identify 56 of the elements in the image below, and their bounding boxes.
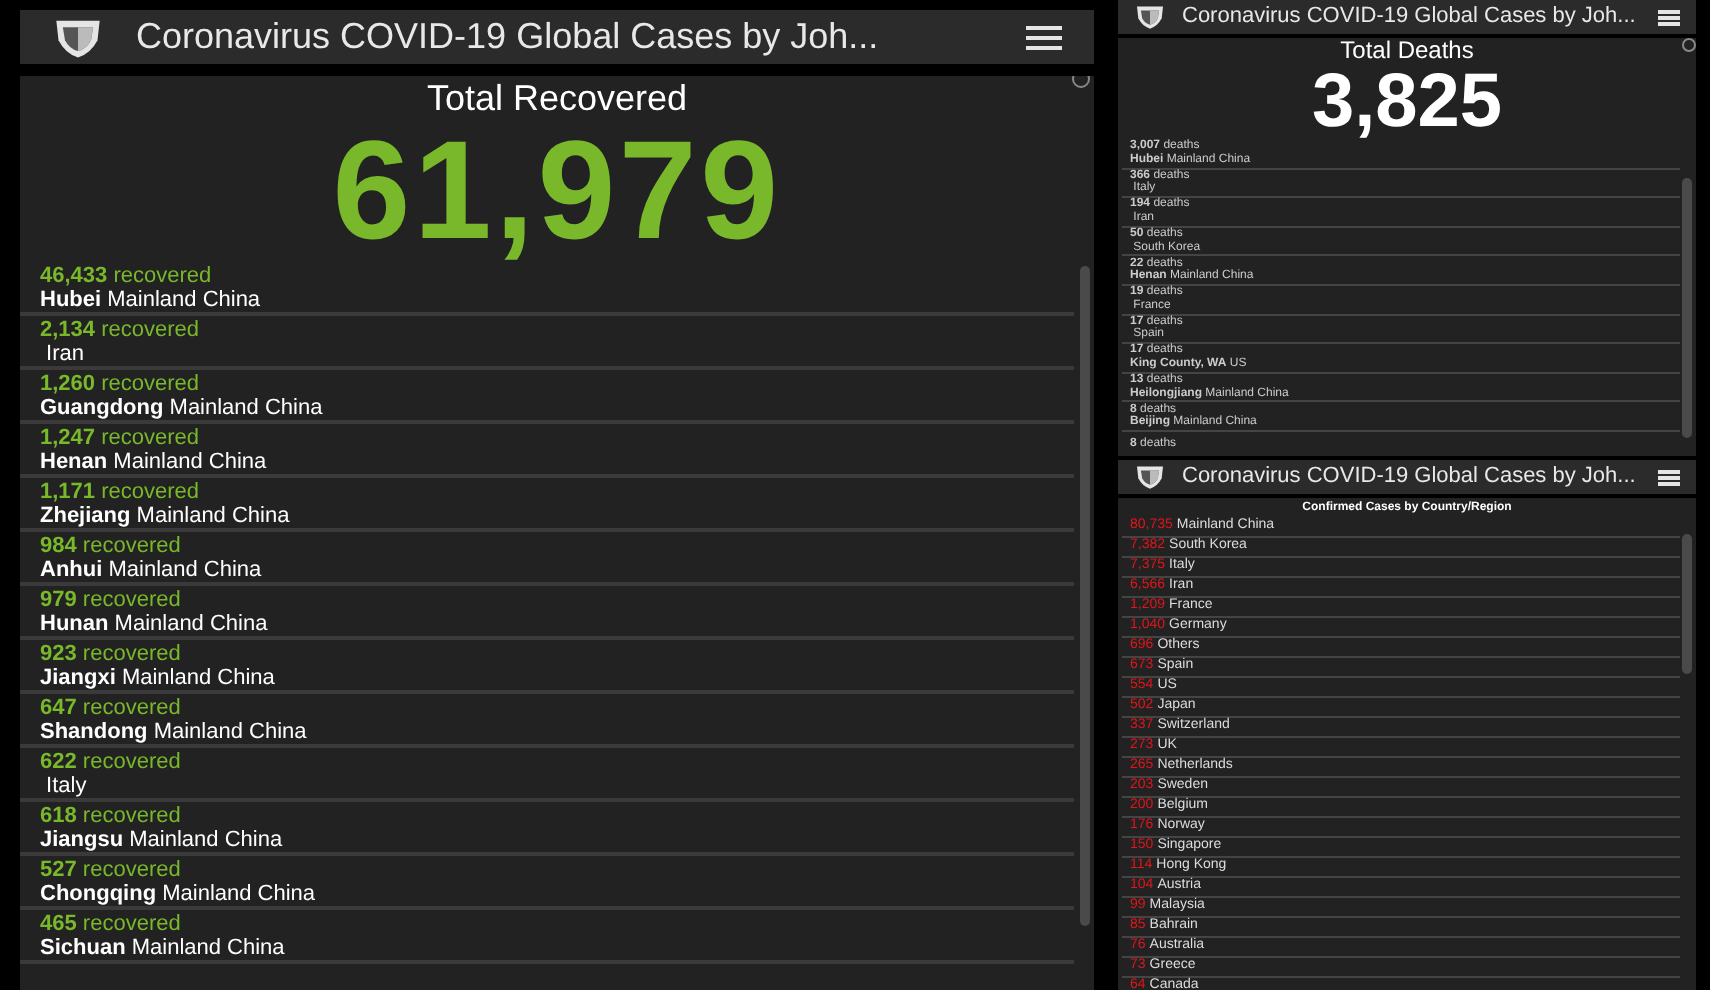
recovered-count: 984 recovered — [40, 533, 183, 557]
scrollbar[interactable] — [1682, 178, 1692, 438]
recovered-count: 46,433 recovered — [40, 263, 214, 287]
recovered-row[interactable]: 647 recovered Shandong Mainland China — [20, 694, 1074, 748]
recovered-row[interactable]: 618 recovered Jiangsu Mainland China — [20, 802, 1074, 856]
recovered-count: 618 recovered — [40, 803, 183, 827]
place-name: Zhejiang Mainland China — [40, 503, 292, 527]
recovered-count: 647 recovered — [40, 695, 183, 719]
scrollbar[interactable] — [1080, 266, 1090, 926]
recovered-count: 2,134 recovered — [40, 317, 202, 341]
place-name: Hubei Mainland China — [40, 287, 263, 311]
total-deaths-value: 3,825 — [1309, 64, 1505, 140]
panel-title: Total Recovered — [426, 78, 688, 118]
place-name: Jiangsu Mainland China — [40, 827, 285, 851]
place-name: Shandong Mainland China — [40, 719, 309, 743]
place-name: Sichuan Mainland China — [40, 935, 287, 959]
recovered-row[interactable]: 1,171 recovered Zhejiang Mainland China — [20, 478, 1074, 532]
recovered-count: 1,247 recovered — [40, 425, 202, 449]
recovered-row[interactable]: 465 recovered Sichuan Mainland China — [20, 910, 1074, 964]
recovered-count: 1,171 recovered — [40, 479, 202, 503]
recovered-count: 979 recovered — [40, 587, 183, 611]
place-name: Italy — [44, 773, 89, 797]
recovered-row[interactable]: 1,260 recovered Guangdong Mainland China — [20, 370, 1074, 424]
recovered-row[interactable]: 1,247 recovered Henan Mainland China — [20, 424, 1074, 478]
recovered-row[interactable]: 2,134 recovered Iran — [20, 316, 1074, 370]
recovered-count: 1,260 recovered — [40, 371, 202, 395]
recovered-row[interactable]: 984 recovered Anhui Mainland China — [20, 532, 1074, 586]
expand-icon[interactable] — [1682, 38, 1696, 52]
recovered-row[interactable]: 527 recovered Chongqing Mainland China — [20, 856, 1074, 910]
recovered-row[interactable]: 923 recovered Jiangxi Mainland China — [20, 640, 1074, 694]
place-name: Henan Mainland China — [40, 449, 269, 473]
recovered-count: 465 recovered — [40, 911, 183, 935]
app-title: Coronavirus COVID-19 Global Cases by Joh... — [1182, 2, 1638, 33]
place-name: Anhui Mainland China — [40, 557, 264, 581]
recovered-row[interactable]: 979 recovered Hunan Mainland China — [20, 586, 1074, 640]
scrollbar[interactable] — [1682, 534, 1692, 674]
place-name: Hunan Mainland China — [40, 611, 270, 635]
place-name: Guangdong Mainland China — [40, 395, 325, 419]
shield-logo-icon — [1134, 464, 1166, 490]
recovered-count: 622 recovered — [40, 749, 183, 773]
recovered-row[interactable]: 622 recovered Italy — [20, 748, 1074, 802]
menu-button[interactable] — [1026, 25, 1062, 49]
app-title: Coronavirus COVID-19 Global Cases by Joh... — [136, 14, 881, 60]
app-title: Coronavirus COVID-19 Global Cases by Joh... — [1182, 462, 1638, 493]
recovered-count: 923 recovered — [40, 641, 183, 665]
place-name: Chongqing Mainland China — [40, 881, 318, 905]
shield-logo-icon — [52, 15, 104, 59]
shield-logo-icon — [1134, 4, 1166, 30]
menu-button[interactable] — [1658, 9, 1680, 25]
menu-button[interactable] — [1658, 469, 1680, 485]
recovered-count: 527 recovered — [40, 857, 183, 881]
panel-title: Total Deaths — [1340, 38, 1474, 64]
place-name: Jiangxi Mainland China — [40, 665, 277, 689]
recovered-row[interactable]: 46,433 recovered Hubei Mainland China — [20, 262, 1074, 316]
total-recovered-value: 61,979 — [330, 118, 784, 262]
place-name: Iran — [44, 341, 87, 365]
